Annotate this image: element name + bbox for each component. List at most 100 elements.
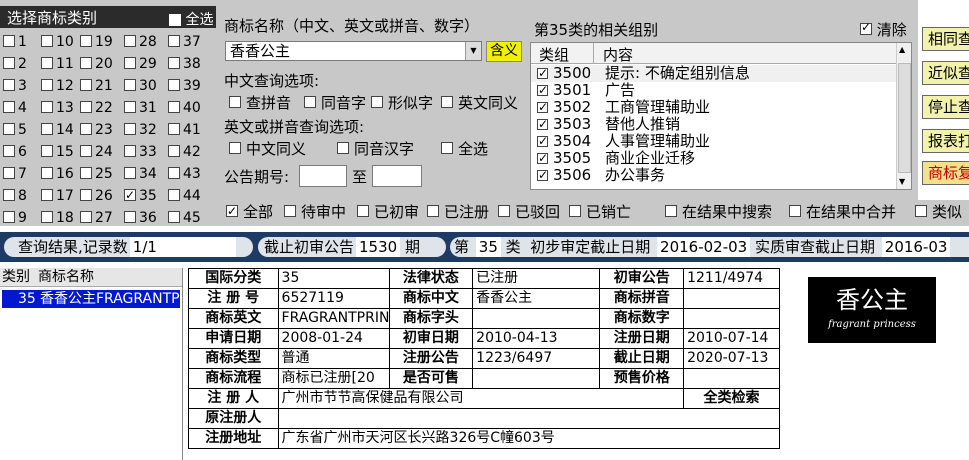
category-checkbox-35[interactable]: 35 [124, 186, 157, 205]
trademark-review-button[interactable]: 商标复 [922, 161, 969, 185]
category-checkbox-11[interactable]: 11 [41, 55, 74, 73]
cn-option-3[interactable]: 英文同义 [441, 94, 518, 112]
group-row[interactable]: 3501广告 [531, 82, 897, 99]
category-checkbox-7[interactable]: 7 [3, 165, 27, 183]
meaning-button[interactable]: 含义 [486, 41, 522, 62]
similar-checkbox[interactable]: 类似 [915, 203, 962, 221]
status-filter-0[interactable]: 全部 [226, 202, 273, 221]
category-checkbox-21[interactable]: 21 [80, 77, 113, 95]
category-checkbox-10[interactable]: 10 [41, 33, 74, 51]
cn-option-0[interactable]: 查拼音 [229, 94, 291, 112]
category-checkbox-33[interactable]: 33 [124, 143, 157, 161]
group-scrollbar[interactable]: ▲ ▼ [896, 43, 911, 189]
scroll-down-icon[interactable]: ▼ [899, 177, 905, 186]
header-desc: 内容 [603, 46, 634, 64]
category-checkbox-3[interactable]: 3 [3, 77, 27, 95]
category-checkbox-38[interactable]: 38 [168, 55, 201, 73]
category-checkbox-12[interactable]: 12 [41, 77, 74, 95]
category-title-bar: 选择商标类别 全选 [0, 6, 216, 28]
category-checkbox-16[interactable]: 16 [41, 165, 74, 183]
merge-in-results-checkbox[interactable]: 在结果中合并 [789, 203, 896, 221]
status-filter-2[interactable]: 已初审 [357, 203, 419, 221]
category-checkbox-32[interactable]: 32 [124, 121, 157, 139]
category-checkbox-29[interactable]: 29 [124, 55, 157, 73]
category-checkbox-9[interactable]: 9 [3, 209, 27, 227]
cn-option-1[interactable]: 同音字 [304, 94, 366, 112]
status-filter-3[interactable]: 已注册 [427, 203, 489, 221]
result-count-value: 1/1 [129, 237, 236, 257]
scroll-up-icon[interactable]: ▲ [899, 45, 905, 54]
category-checkbox-26[interactable]: 26 [80, 187, 113, 205]
category-checkbox-36[interactable]: 36 [124, 209, 157, 227]
similar-search-button[interactable]: 近似查 [922, 61, 969, 85]
category-checkbox-40[interactable]: 40 [168, 99, 201, 117]
category-checkbox-27[interactable]: 27 [80, 209, 113, 227]
category-checkbox-44[interactable]: 44 [168, 187, 201, 205]
category-checkbox-4[interactable]: 4 [3, 99, 27, 117]
trademark-name-value: 香香公主 [230, 42, 291, 60]
status-filter-1[interactable]: 待审中 [284, 203, 346, 221]
category-checkbox-24[interactable]: 24 [80, 143, 113, 161]
detail-table: 国际分类 35 法律状态 已注册 初审公告 1211/4974 注 册 号 652711… [188, 268, 781, 449]
category-checkbox-8[interactable]: 8 [3, 187, 27, 205]
result-count-pill: 查询结果,记录数 1/1 [4, 237, 253, 257]
category-checkbox-2[interactable]: 2 [3, 55, 27, 73]
report-print-button[interactable]: 报表打 [922, 129, 969, 153]
category-checkbox-34[interactable]: 34 [124, 165, 157, 183]
category-checkbox-41[interactable]: 41 [168, 121, 201, 139]
clear-checkbox[interactable]: 清除 [860, 19, 907, 40]
result-row[interactable]: 35 香香公主FRAGRANTPI [2, 290, 180, 308]
status-filter-4[interactable]: 已驳回 [498, 203, 560, 221]
select-all-checkbox[interactable]: 全选 [169, 9, 213, 29]
en-option-2[interactable]: 全选 [441, 140, 488, 158]
en-option-0[interactable]: 中文同义 [229, 140, 306, 158]
deadline-pill: 截止初审公告 1530 期 [258, 237, 446, 257]
category-checkbox-39[interactable]: 39 [168, 77, 201, 95]
category-checkbox-45[interactable]: 45 [168, 209, 201, 227]
name-label: 商标名称（中文、英文或拼音、数字） [224, 17, 480, 35]
scroll-thumb[interactable] [898, 63, 911, 173]
category-checkbox-42[interactable]: 42 [168, 143, 201, 161]
cn-option-2[interactable]: 形似字 [371, 94, 433, 112]
category-checkbox-37[interactable]: 37 [168, 33, 201, 51]
category-checkbox-20[interactable]: 20 [80, 55, 113, 73]
group-row[interactable]: 3506办公事务 [531, 167, 897, 184]
category-checkbox-18[interactable]: 18 [41, 209, 74, 227]
category-checkbox-22[interactable]: 22 [80, 99, 113, 117]
category-checkbox-13[interactable]: 13 [41, 99, 74, 117]
category-checkbox-15[interactable]: 15 [41, 143, 74, 161]
all-class-search-link[interactable]: 全类检索 [683, 388, 780, 409]
period-from-input[interactable] [299, 165, 347, 187]
group-row[interactable]: 3502工商管理辅助业 [531, 99, 897, 116]
category-checkbox-19[interactable]: 19 [80, 33, 113, 51]
category-checkbox-6[interactable]: 6 [3, 143, 27, 161]
same-search-button[interactable]: 相同查 [922, 27, 969, 51]
result-list: 类别 商标名称 35 香香公主FRAGRANTPI [0, 268, 183, 460]
group-row[interactable]: 3504人事管理辅助业 [531, 133, 897, 150]
chevron-down-icon[interactable]: ▼ [465, 42, 481, 60]
header-class: 类别 [2, 269, 30, 285]
category-checkbox-25[interactable]: 25 [80, 165, 113, 183]
group-title: 第35类的相关组别 [534, 21, 659, 39]
trademark-name-input[interactable]: 香香公主 ▼ [225, 41, 482, 61]
status-filter-5[interactable]: 已销亡 [569, 203, 631, 221]
search-in-results-checkbox[interactable]: 在结果中搜索 [665, 203, 772, 221]
group-row[interactable]: 3503替他人推销 [531, 116, 897, 133]
category-checkbox-17[interactable]: 17 [41, 187, 74, 205]
group-row[interactable]: 3505商业企业迁移 [531, 150, 897, 167]
stop-search-button[interactable]: 停止查 [922, 95, 969, 119]
category-title: 选择商标类别 [7, 9, 98, 27]
category-checkbox-23[interactable]: 23 [80, 121, 113, 139]
category-checkbox-28[interactable]: 28 [124, 33, 157, 51]
category-checkbox-5[interactable]: 5 [3, 121, 27, 139]
group-table: 类组 内容 3500提示: 不确定组别信息3501广告3502工商管理辅助业35… [530, 42, 912, 190]
category-checkbox-31[interactable]: 31 [124, 99, 157, 117]
period-to-input[interactable] [372, 165, 422, 187]
group-row[interactable]: 3500提示: 不确定组别信息 [531, 65, 897, 82]
category-checkbox-1[interactable]: 1 [3, 33, 27, 51]
category-checkbox-43[interactable]: 43 [168, 165, 201, 183]
category-checkbox-30[interactable]: 30 [124, 77, 157, 95]
deadline-value: 1530 [356, 237, 401, 257]
en-option-1[interactable]: 同音汉字 [337, 140, 414, 158]
category-checkbox-14[interactable]: 14 [41, 121, 74, 139]
